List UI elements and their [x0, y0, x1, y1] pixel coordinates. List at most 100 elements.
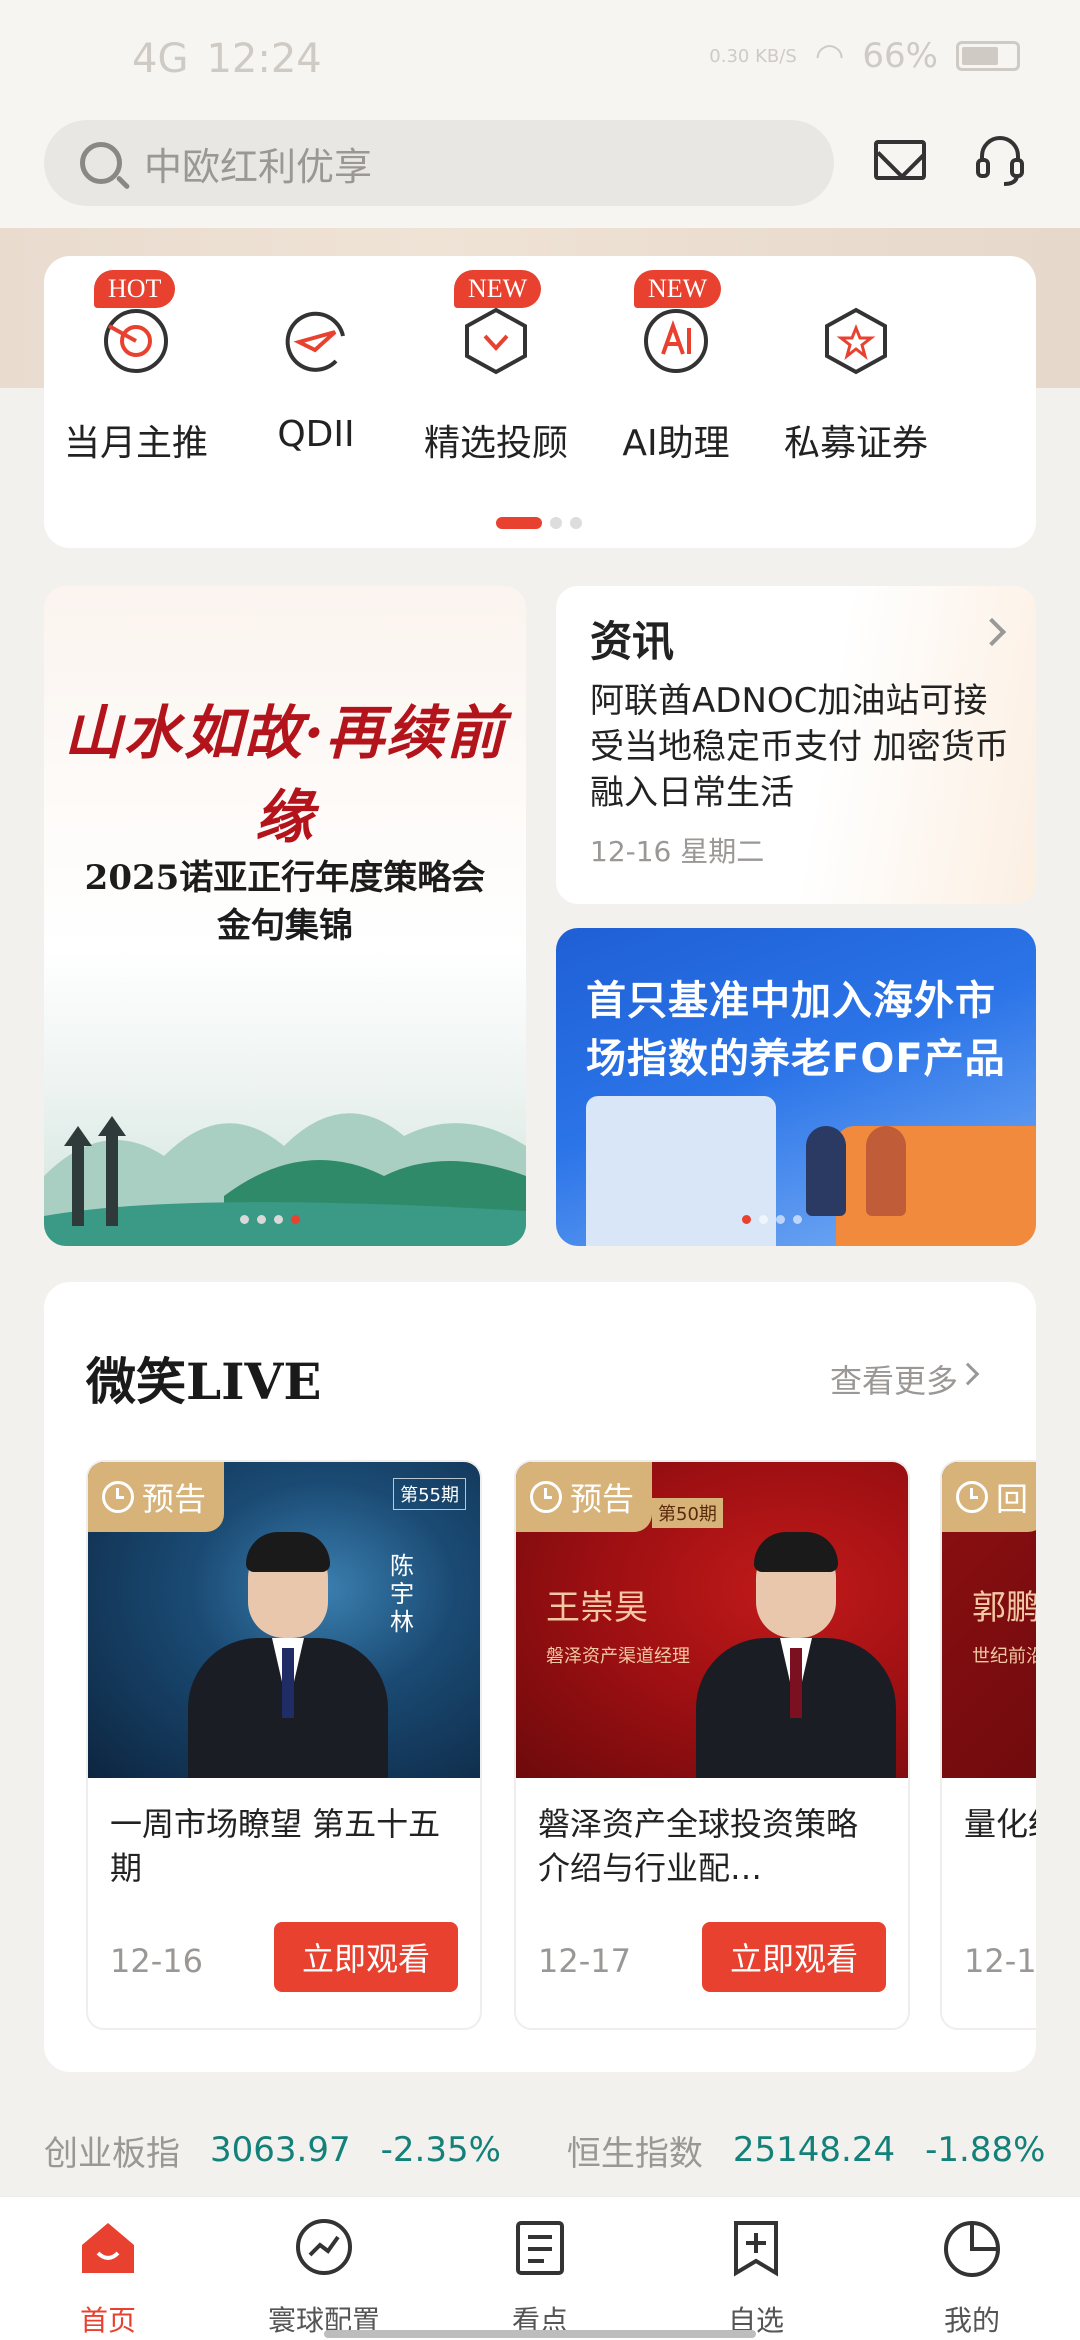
live-card-title: 量化纪前: [964, 1805, 1036, 1843]
replay-tag-label: 回: [996, 1480, 1029, 1518]
fof-banner-text: 首只基准中加入海外市场指数的养老FOF产品: [586, 978, 1006, 1082]
quick-menu: HOT 当月主推 QDII NEW 精选投顾 NEW AI助理 私募证券: [44, 256, 1036, 548]
person-illustration: [806, 1126, 846, 1216]
status-right: 0.30 KB/S ◠ 66%: [709, 36, 1020, 76]
hexagon-chevron-icon: [465, 307, 527, 375]
index-name: 恒生指数: [566, 2133, 703, 2174]
ai-icon: [644, 309, 708, 373]
host-photo: [696, 1532, 896, 1778]
pager-dot-active: [742, 1215, 751, 1224]
tab-watchlist[interactable]: 自选: [666, 2215, 846, 2339]
bookmark-add-icon: [734, 2221, 778, 2277]
home-icon: [82, 2223, 134, 2273]
poster-subtitle-line1: 2025诺亚正行年度策略会: [84, 858, 486, 898]
clock-icon: [530, 1481, 562, 1513]
host-name: 王崇昊: [546, 1588, 648, 1628]
clock-icon: [102, 1481, 134, 1513]
tab-label: 首页: [79, 2304, 136, 2337]
index-value: 3063.97: [210, 2130, 351, 2170]
poster-calligraphy: 山水如故·再续前缘: [63, 699, 507, 851]
live-card-date: 12-1: [964, 1942, 1036, 1980]
status-time: 12:24: [206, 36, 322, 82]
live-card[interactable]: 郭鹏 世纪前沿 回 量化纪前 12-1: [940, 1460, 1036, 2030]
headset-icon[interactable]: [972, 132, 1028, 188]
battery-icon: [956, 41, 1020, 71]
tab-global-allocation[interactable]: 寰球配置: [234, 2215, 414, 2339]
quick-label: AI助理: [622, 423, 730, 464]
mail-icon[interactable]: [874, 140, 926, 180]
host-photo: [188, 1532, 388, 1778]
pager-dot: [240, 1215, 249, 1224]
quick-label: QDII: [277, 414, 355, 455]
quick-label: 精选投顾: [423, 423, 568, 464]
news-date: 12-16 星期二: [590, 835, 765, 868]
tab-mine[interactable]: 我的: [882, 2215, 1062, 2339]
strategy-poster[interactable]: 山水如故·再续前缘 2025诺亚正行年度策略会 金句集锦: [44, 586, 526, 1246]
replay-tag: 回: [942, 1462, 1036, 1532]
wifi-icon: ◠: [814, 36, 845, 76]
news-card[interactable]: 资讯 阿联酋ADNOC加油站可接受当地稳定币支付 加密货币融入日常生活 12-1…: [556, 586, 1036, 904]
index-value: 25148.24: [732, 2130, 896, 2170]
live-card[interactable]: 王崇昊 磐泽资产渠道经理 预告 第50期 磐泽资产全球投资策略介绍与行业配… 1…: [514, 1460, 910, 2030]
view-more-link[interactable]: 查看更多: [830, 1356, 958, 1402]
live-card[interactable]: 陈宇林 预告 第55期 一周市场瞭望 第五十五期 12-16 立即观看: [86, 1460, 482, 2030]
target-icon: [104, 309, 168, 373]
pager-dot: [274, 1215, 283, 1224]
tab-label: 我的: [943, 2304, 1000, 2337]
quick-item-qdii[interactable]: QDII: [226, 306, 406, 455]
news-headline: 阿联酋ADNOC加油站可接受当地稳定币支付 加密货币融入日常生活: [590, 681, 1009, 813]
preview-tag-label: 预告: [570, 1480, 635, 1518]
preview-tag: 预告: [516, 1462, 653, 1532]
pager-dot: [570, 517, 582, 529]
index-change: -2.35%: [380, 2130, 501, 2170]
new-badge: NEW: [454, 270, 542, 308]
chevron-right-icon: [977, 617, 1007, 647]
host-name: 陈宇林: [390, 1552, 414, 1636]
quick-item-advisor[interactable]: NEW 精选投顾: [406, 270, 586, 466]
host-name: 郭鹏: [972, 1588, 1036, 1628]
plane-icon: [285, 311, 345, 372]
search-bar[interactable]: 中欧红利优享: [44, 120, 834, 206]
poster-pager: [240, 1215, 300, 1224]
live-section: 微笑LIVE 查看更多 陈宇林 预告 第55期 一周市场瞭望 第五十五期 12-…: [44, 1282, 1036, 2072]
network-label: 4G: [132, 36, 189, 82]
pager-dot: [257, 1215, 266, 1224]
episode-label: 第50期: [652, 1498, 723, 1528]
quick-item-ai[interactable]: NEW AI助理: [586, 270, 766, 466]
watch-now-button[interactable]: 立即观看: [702, 1922, 886, 1992]
fof-banner[interactable]: 首只基准中加入海外市场指数的养老FOF产品: [556, 928, 1036, 1246]
news-title: 资讯: [590, 617, 675, 666]
quick-menu-pager: [496, 517, 582, 529]
quick-item-monthly[interactable]: HOT 当月主推: [46, 270, 226, 466]
host-role: 世纪前沿: [972, 1646, 1036, 1667]
index-name: 创业板指: [44, 2133, 180, 2174]
episode-label: 第55期: [393, 1478, 466, 1510]
pie-chart-icon: [944, 2221, 1000, 2277]
replay-icon: [956, 1481, 988, 1513]
tab-highlights[interactable]: 看点: [450, 2215, 630, 2339]
live-card-date: 12-17: [538, 1942, 631, 1980]
pager-dot-active: [291, 1215, 300, 1224]
globe-chart-icon: [296, 2219, 352, 2275]
poster-subtitle: 2025诺亚正行年度策略会 金句集锦: [44, 854, 526, 950]
pager-dot: [776, 1215, 785, 1224]
tab-home[interactable]: 首页: [18, 2215, 198, 2339]
watch-now-button[interactable]: 立即观看: [274, 1922, 458, 1992]
live-section-title: 微笑LIVE: [86, 1352, 322, 1411]
pager-dot: [759, 1215, 768, 1224]
quick-item-private[interactable]: 私募证券: [766, 306, 946, 466]
chevron-right-icon: [956, 1362, 980, 1386]
live-card-title: 磐泽资产全球投资策略介绍与行业配…: [538, 1805, 859, 1887]
pager-dot: [793, 1215, 802, 1224]
person-illustration: [866, 1126, 906, 1216]
pager-dot-active: [496, 517, 542, 529]
market-ticker[interactable]: 创业板指 3063.97 -2.35% 恒生指数 25148.24 -1.88%: [0, 2100, 1080, 2200]
fof-pager: [742, 1215, 802, 1224]
preview-tag: 预告: [88, 1462, 225, 1532]
pager-dot: [550, 517, 562, 529]
live-card-title: 一周市场瞭望 第五十五期: [110, 1805, 441, 1887]
landscape-illustration: [44, 1113, 526, 1246]
document-icon: [516, 2221, 564, 2275]
bottom-tab-bar: 首页 寰球配置 看点 自选 我的: [0, 2196, 1080, 2340]
index-change: -1.88%: [925, 2130, 1046, 2170]
